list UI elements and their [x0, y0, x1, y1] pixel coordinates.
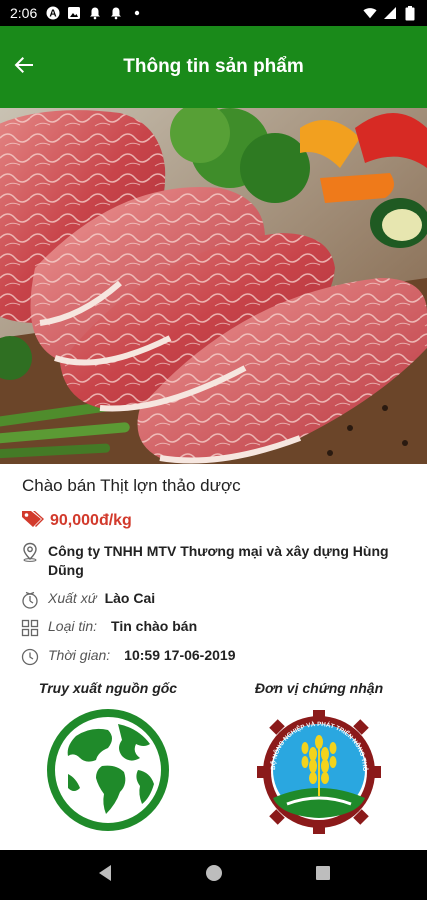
- origin-row: Xuất xứ Lào Cai: [20, 590, 155, 610]
- cellular-signal-icon: [383, 6, 397, 20]
- circle-home-icon: [205, 864, 223, 887]
- image-icon: [67, 6, 81, 20]
- time-label: Thời gian:: [48, 647, 111, 663]
- ministry-logo[interactable]: BỘ NÔNG NGHIỆP VÀ PHÁT TRIỂN NÔNG THÔN: [255, 703, 381, 834]
- nav-home-button[interactable]: [194, 855, 234, 895]
- certification-section: Truy xuất nguồn gốc Đơn vị chứng nhận BỘ…: [0, 680, 427, 850]
- globe-icon[interactable]: [46, 708, 170, 832]
- type-label: Loại tin:: [48, 618, 98, 634]
- origin-label: Xuất xứ: [48, 590, 97, 606]
- nav-back-button[interactable]: [85, 855, 125, 895]
- arrow-left-icon: [12, 53, 36, 82]
- status-bar: 2:06 A: [0, 0, 427, 26]
- clock-icon: [20, 647, 40, 667]
- traceability-column[interactable]: Truy xuất nguồn gốc: [8, 680, 208, 832]
- type-value: Tin chào bán: [111, 618, 198, 634]
- product-title: Chào bán Thịt lợn thảo dược: [22, 476, 241, 495]
- traceability-heading: Truy xuất nguồn gốc: [38, 680, 178, 696]
- status-time: 2:06: [10, 5, 38, 21]
- wifi-icon: [363, 6, 377, 20]
- time-row: Thời gian: 10:59 17-06-2019: [20, 647, 235, 667]
- bell-icon: [109, 6, 123, 20]
- a-circle-icon: A: [46, 6, 60, 20]
- grid-icon: [20, 618, 40, 638]
- page-title: Thông tin sản phẩm: [123, 56, 304, 77]
- triangle-back-icon: [97, 864, 113, 887]
- product-image[interactable]: [0, 108, 427, 464]
- dot-icon: [130, 6, 144, 20]
- location-pin-icon: [20, 542, 40, 562]
- certifier-heading: Đơn vị chứng nhận: [254, 680, 384, 696]
- product-price: 90,000đ/kg: [50, 511, 132, 529]
- nav-recents-button[interactable]: [303, 855, 343, 895]
- origin-icon: [20, 590, 40, 610]
- company-name: Công ty TNHH MTV Thương mại và xây dựng …: [48, 543, 389, 578]
- bell-icon: [88, 6, 102, 20]
- app-bar: Thông tin sản phẩm: [0, 26, 427, 108]
- type-row: Loại tin: Tin chào bán: [20, 618, 197, 638]
- price-tag-icon: [20, 508, 44, 533]
- certifier-column[interactable]: Đơn vị chứng nhận BỘ NÔNG NGHIỆP VÀ PHÁT…: [219, 680, 419, 834]
- svg-text:A: A: [50, 9, 57, 20]
- origin-value: Lào Cai: [104, 590, 156, 606]
- back-button[interactable]: [8, 51, 40, 83]
- price-row: 90,000đ/kg: [20, 508, 132, 533]
- company-row: Công ty TNHH MTV Thương mại và xây dựng …: [20, 542, 418, 580]
- system-nav-bar: [0, 850, 427, 900]
- time-value: 10:59 17-06-2019: [124, 647, 236, 663]
- battery-icon: [403, 5, 417, 20]
- square-recents-icon: [315, 865, 331, 886]
